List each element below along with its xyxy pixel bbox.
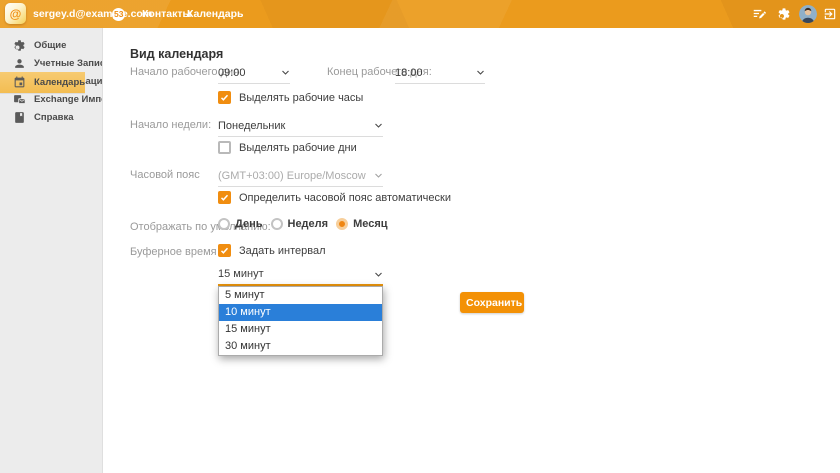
week-start-label: Начало недели: xyxy=(130,119,211,131)
user-email: sergey.d@example.com xyxy=(33,0,152,28)
auto-timezone-checkbox[interactable] xyxy=(218,191,231,204)
work-day-end-select[interactable]: 18:00 xyxy=(395,62,485,84)
chevron-down-icon xyxy=(374,171,383,180)
sidebar-item-calendar[interactable]: Календарь xyxy=(0,72,85,94)
sidebar-item-label: Exchange Импорт xyxy=(34,94,103,105)
set-interval-checkbox[interactable] xyxy=(218,244,231,257)
user-avatar[interactable] xyxy=(799,5,817,23)
week-start-select[interactable]: Понедельник xyxy=(218,115,383,137)
gear-icon xyxy=(13,39,26,52)
sidebar-item-help[interactable]: Справка xyxy=(0,108,102,126)
settings-gear-icon[interactable] xyxy=(777,7,791,21)
checkbox-label: Определить часовой пояс автоматически xyxy=(239,192,451,204)
save-button[interactable]: Сохранить xyxy=(460,292,524,313)
radio-circle-icon xyxy=(218,218,230,230)
highlight-work-days-checkbox[interactable] xyxy=(218,141,231,154)
buffer-interval-value: 15 минут xyxy=(218,268,264,280)
set-interval-row: Задать интервал xyxy=(218,244,326,257)
calendar-icon xyxy=(13,76,26,89)
chevron-down-icon xyxy=(281,68,290,77)
timezone-label: Часовой пояс xyxy=(130,169,200,181)
sidebar-item-label: Календарь xyxy=(34,77,85,88)
buffer-time-label: Буферное время xyxy=(130,246,217,258)
nav-item-contacts[interactable]: Контакты xyxy=(142,0,192,28)
week-start-value: Понедельник xyxy=(218,120,285,132)
auto-timezone-row: Определить часовой пояс автоматически xyxy=(218,191,451,204)
buffer-interval-select[interactable]: 15 минут xyxy=(218,264,383,286)
radio-month[interactable]: Месяц xyxy=(336,218,387,230)
checkbox-label: Задать интервал xyxy=(239,245,326,257)
highlight-work-hours-checkbox[interactable] xyxy=(218,91,231,104)
checkbox-label: Выделять рабочие дни xyxy=(239,142,357,154)
radio-circle-icon xyxy=(271,218,283,230)
sidebar-item-label: Учетные Записи xyxy=(34,58,103,69)
dropdown-option-30min[interactable]: 30 минут xyxy=(219,338,382,355)
sidebar-item-label: Общие xyxy=(34,40,66,51)
timezone-select: (GMT+03:00) Europe/Moscow xyxy=(218,165,383,187)
exchange-icon xyxy=(13,93,26,106)
radio-circle-icon xyxy=(336,218,348,230)
chevron-down-icon xyxy=(476,68,485,77)
radio-week[interactable]: Неделя xyxy=(271,218,329,230)
sidebar-item-label: Справка xyxy=(34,112,74,123)
dropdown-option-5min[interactable]: 5 минут xyxy=(219,287,382,304)
dropdown-option-15min[interactable]: 15 минут xyxy=(219,321,382,338)
topbar: @ sergey.d@example.com 53 Контакты Кален… xyxy=(0,0,840,28)
checkbox-label: Выделять рабочие часы xyxy=(239,92,363,104)
chevron-down-icon xyxy=(374,270,383,279)
sidebar-item-general[interactable]: Общие xyxy=(0,36,102,54)
logout-icon[interactable] xyxy=(823,7,837,21)
help-book-icon xyxy=(13,111,26,124)
dropdown-option-10min[interactable]: 10 минут xyxy=(219,304,382,321)
feedback-icon[interactable] xyxy=(752,7,766,21)
radio-label: День xyxy=(235,218,263,230)
work-day-start-select[interactable]: 09:00 xyxy=(218,62,290,84)
calendar-settings-page: @ sergey.d@example.com 53 Контакты Кален… xyxy=(0,0,840,473)
chevron-down-icon xyxy=(374,121,383,130)
radio-day[interactable]: День xyxy=(218,218,263,230)
highlight-work-hours-row: Выделять рабочие часы xyxy=(218,91,363,104)
nav-item-calendar[interactable]: Календарь xyxy=(187,0,243,28)
radio-label: Месяц xyxy=(353,218,387,230)
sidebar-item-accounts[interactable]: Учетные Записи xyxy=(0,54,102,72)
work-day-start-value: 09:00 xyxy=(218,67,246,79)
highlight-work-days-row: Выделять рабочие дни xyxy=(218,141,357,154)
timezone-value: (GMT+03:00) Europe/Moscow xyxy=(218,170,366,182)
buffer-interval-dropdown: 5 минут 10 минут 15 минут 30 минут xyxy=(218,286,383,356)
radio-label: Неделя xyxy=(288,218,329,230)
work-day-end-value: 18:00 xyxy=(395,67,423,79)
default-view-radio-group: День Неделя Месяц xyxy=(218,218,388,230)
app-logo-icon: @ xyxy=(5,3,26,24)
settings-sidebar: Общие Учетные Записи Календарь Синхрониз… xyxy=(0,28,103,473)
person-icon xyxy=(13,57,26,70)
page-title: Вид календаря xyxy=(130,47,223,61)
